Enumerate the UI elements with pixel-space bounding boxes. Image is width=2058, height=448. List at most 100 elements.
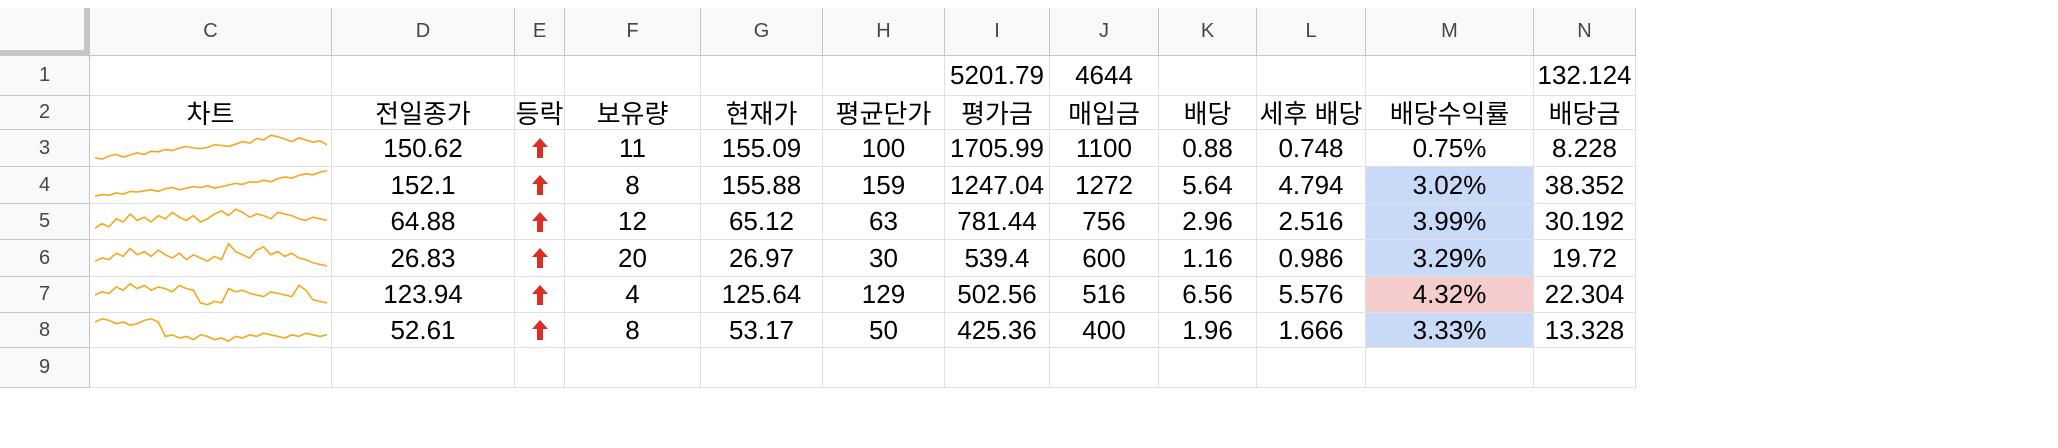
cell-h7[interactable]: 129: [823, 277, 945, 313]
cell-f2[interactable]: 보유량: [565, 96, 701, 130]
cell-j1[interactable]: 4644: [1050, 56, 1159, 96]
cell-h3[interactable]: 100: [823, 130, 945, 167]
cell-m1[interactable]: [1366, 56, 1534, 96]
cell-e6[interactable]: [515, 240, 565, 277]
cell-m6[interactable]: 3.29%: [1366, 240, 1534, 277]
cell-n6[interactable]: 19.72: [1534, 240, 1636, 277]
cell-e8[interactable]: [515, 313, 565, 348]
column-header-f[interactable]: F: [565, 8, 701, 56]
cell-c3[interactable]: [90, 130, 332, 167]
cell-j4[interactable]: 1272: [1050, 167, 1159, 204]
cell-k5[interactable]: 2.96: [1159, 204, 1257, 240]
cell-h4[interactable]: 159: [823, 167, 945, 204]
cell-e1[interactable]: [515, 56, 565, 96]
cell-m8[interactable]: 3.33%: [1366, 313, 1534, 348]
cell-c8[interactable]: [90, 313, 332, 348]
cell-e7[interactable]: [515, 277, 565, 313]
column-header-j[interactable]: J: [1050, 8, 1159, 56]
cell-j5[interactable]: 756: [1050, 204, 1159, 240]
cell-l3[interactable]: 0.748: [1257, 130, 1366, 167]
cell-h5[interactable]: 63: [823, 204, 945, 240]
cell-n8[interactable]: 13.328: [1534, 313, 1636, 348]
cell-i7[interactable]: 502.56: [945, 277, 1050, 313]
cell-n3[interactable]: 8.228: [1534, 130, 1636, 167]
cell-n4[interactable]: 38.352: [1534, 167, 1636, 204]
cell-c2[interactable]: 차트: [90, 96, 332, 130]
cell-n1[interactable]: 132.124: [1534, 56, 1636, 96]
column-header-n[interactable]: N: [1534, 8, 1636, 56]
cell-m7[interactable]: 4.32%: [1366, 277, 1534, 313]
cell-g1[interactable]: [701, 56, 823, 96]
column-header-d[interactable]: D: [332, 8, 515, 56]
cell-n9[interactable]: [1534, 348, 1636, 388]
cell-k7[interactable]: 6.56: [1159, 277, 1257, 313]
cell-l8[interactable]: 1.666: [1257, 313, 1366, 348]
cell-l4[interactable]: 4.794: [1257, 167, 1366, 204]
cell-i5[interactable]: 781.44: [945, 204, 1050, 240]
cell-c7[interactable]: [90, 277, 332, 313]
cell-f9[interactable]: [565, 348, 701, 388]
cell-g8[interactable]: 53.17: [701, 313, 823, 348]
cell-l2[interactable]: 세후 배당: [1257, 96, 1366, 130]
cell-l9[interactable]: [1257, 348, 1366, 388]
cell-m9[interactable]: [1366, 348, 1534, 388]
cell-k8[interactable]: 1.96: [1159, 313, 1257, 348]
cell-k3[interactable]: 0.88: [1159, 130, 1257, 167]
cell-j9[interactable]: [1050, 348, 1159, 388]
cell-f7[interactable]: 4: [565, 277, 701, 313]
row-header-7[interactable]: 7: [0, 277, 90, 313]
cell-h9[interactable]: [823, 348, 945, 388]
cell-d2[interactable]: 전일종가: [332, 96, 515, 130]
row-header-9[interactable]: 9: [0, 348, 90, 388]
row-header-6[interactable]: 6: [0, 240, 90, 277]
row-header-4[interactable]: 4: [0, 167, 90, 204]
cell-k1[interactable]: [1159, 56, 1257, 96]
cell-k2[interactable]: 배당: [1159, 96, 1257, 130]
cell-h8[interactable]: 50: [823, 313, 945, 348]
cell-h1[interactable]: [823, 56, 945, 96]
column-header-c[interactable]: C: [90, 8, 332, 56]
cell-i8[interactable]: 425.36: [945, 313, 1050, 348]
cell-d7[interactable]: 123.94: [332, 277, 515, 313]
cell-k6[interactable]: 1.16: [1159, 240, 1257, 277]
cell-e5[interactable]: [515, 204, 565, 240]
cell-j8[interactable]: 400: [1050, 313, 1159, 348]
cell-d5[interactable]: 64.88: [332, 204, 515, 240]
cell-k9[interactable]: [1159, 348, 1257, 388]
cell-c4[interactable]: [90, 167, 332, 204]
cell-g2[interactable]: 현재가: [701, 96, 823, 130]
column-header-e[interactable]: E: [515, 8, 565, 56]
cell-g6[interactable]: 26.97: [701, 240, 823, 277]
cell-d3[interactable]: 150.62: [332, 130, 515, 167]
row-header-2[interactable]: 2: [0, 96, 90, 130]
cell-g9[interactable]: [701, 348, 823, 388]
cell-e4[interactable]: [515, 167, 565, 204]
cell-j6[interactable]: 600: [1050, 240, 1159, 277]
cell-f4[interactable]: 8: [565, 167, 701, 204]
cell-c6[interactable]: [90, 240, 332, 277]
cell-d9[interactable]: [332, 348, 515, 388]
cell-h2[interactable]: 평균단가: [823, 96, 945, 130]
column-header-m[interactable]: M: [1366, 8, 1534, 56]
cell-h6[interactable]: 30: [823, 240, 945, 277]
cell-i6[interactable]: 539.4: [945, 240, 1050, 277]
column-header-i[interactable]: I: [945, 8, 1050, 56]
cell-g7[interactable]: 125.64: [701, 277, 823, 313]
cell-e2[interactable]: 등락: [515, 96, 565, 130]
cell-f8[interactable]: 8: [565, 313, 701, 348]
cell-i4[interactable]: 1247.04: [945, 167, 1050, 204]
cell-l5[interactable]: 2.516: [1257, 204, 1366, 240]
cell-g3[interactable]: 155.09: [701, 130, 823, 167]
cell-m3[interactable]: 0.75%: [1366, 130, 1534, 167]
column-header-h[interactable]: H: [823, 8, 945, 56]
row-header-3[interactable]: 3: [0, 130, 90, 167]
cell-l7[interactable]: 5.576: [1257, 277, 1366, 313]
cell-m4[interactable]: 3.02%: [1366, 167, 1534, 204]
cell-k4[interactable]: 5.64: [1159, 167, 1257, 204]
cell-n2[interactable]: 배당금: [1534, 96, 1636, 130]
row-header-1[interactable]: 1: [0, 56, 90, 96]
cell-d4[interactable]: 152.1: [332, 167, 515, 204]
cell-e3[interactable]: [515, 130, 565, 167]
cell-i2[interactable]: 평가금: [945, 96, 1050, 130]
cell-n5[interactable]: 30.192: [1534, 204, 1636, 240]
